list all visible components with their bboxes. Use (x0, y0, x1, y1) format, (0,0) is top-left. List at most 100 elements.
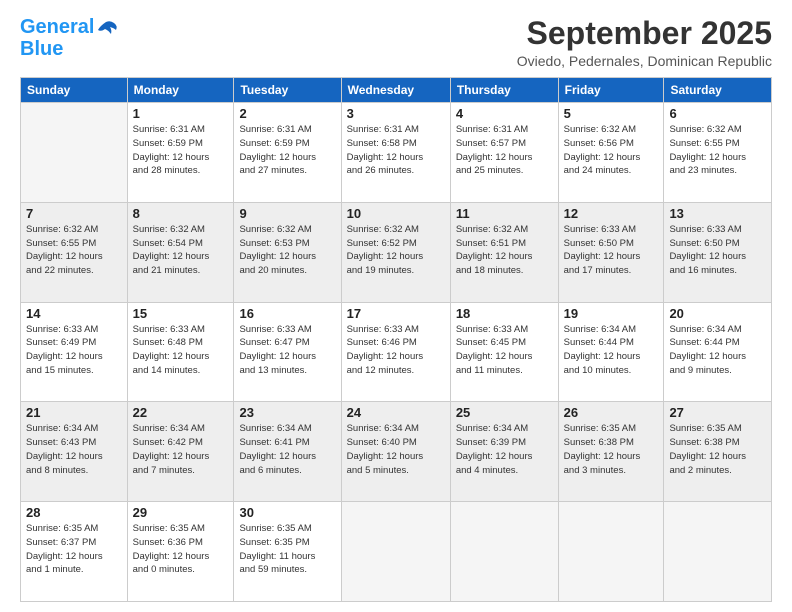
day-number: 2 (239, 106, 335, 121)
day-number: 19 (564, 306, 659, 321)
day-info: Sunrise: 6:32 AMSunset: 6:53 PMDaylight:… (239, 223, 335, 278)
day-number: 7 (26, 206, 122, 221)
day-number: 26 (564, 405, 659, 420)
day-info: Sunrise: 6:32 AMSunset: 6:52 PMDaylight:… (347, 223, 445, 278)
header: General Blue September 2025 Oviedo, Pede… (20, 16, 772, 69)
day-number: 30 (239, 505, 335, 520)
day-number: 27 (669, 405, 766, 420)
day-number: 9 (239, 206, 335, 221)
day-number: 8 (133, 206, 229, 221)
day-number: 23 (239, 405, 335, 420)
logo-bird-icon (96, 20, 118, 38)
logo-general: General (20, 16, 94, 38)
page: General Blue September 2025 Oviedo, Pede… (0, 0, 792, 612)
day-info: Sunrise: 6:33 AMSunset: 6:50 PMDaylight:… (669, 223, 766, 278)
calendar-cell: 2 Sunrise: 6:31 AMSunset: 6:59 PMDaylight… (234, 103, 341, 203)
day-number: 1 (133, 106, 229, 121)
day-number: 29 (133, 505, 229, 520)
calendar-cell: 7 Sunrise: 6:32 AMSunset: 6:55 PMDaylight… (21, 202, 128, 302)
day-info: Sunrise: 6:34 AMSunset: 6:39 PMDaylight:… (456, 422, 553, 477)
calendar-cell: 17Sunrise: 6:33 AMSunset: 6:46 PMDayligh… (341, 302, 450, 402)
week-row: 1 Sunrise: 6:31 AMSunset: 6:59 PMDaylight… (21, 103, 772, 203)
calendar-cell: 18 Sunrise: 6:33 AMSunset: 6:45 PMDayligh… (450, 302, 558, 402)
day-number: 5 (564, 106, 659, 121)
calendar-cell: 28 Sunrise: 6:35 AMSunset: 6:37 PMDayligh… (21, 502, 128, 602)
calendar-cell: 23 Sunrise: 6:34 AMSunset: 6:41 PMDayligh… (234, 402, 341, 502)
calendar-cell: 29 Sunrise: 6:35 AMSunset: 6:36 PMDayligh… (127, 502, 234, 602)
day-info: Sunrise: 6:33 AMSunset: 6:48 PMDaylight:… (133, 323, 229, 378)
week-row: 21 Sunrise: 6:34 AMSunset: 6:43 PMDayligh… (21, 402, 772, 502)
title-block: September 2025 Oviedo, Pedernales, Domin… (517, 16, 772, 69)
day-info: Sunrise: 6:33 AMSunset: 6:45 PMDaylight:… (456, 323, 553, 378)
calendar-cell (21, 103, 128, 203)
calendar-cell (450, 502, 558, 602)
calendar-cell: 27Sunrise: 6:35 AMSunset: 6:38 PMDayligh… (664, 402, 772, 502)
day-number: 21 (26, 405, 122, 420)
calendar-cell: 15 Sunrise: 6:33 AMSunset: 6:48 PMDayligh… (127, 302, 234, 402)
day-info: Sunrise: 6:35 AMSunset: 6:37 PMDaylight:… (26, 522, 122, 577)
week-row: 28 Sunrise: 6:35 AMSunset: 6:37 PMDayligh… (21, 502, 772, 602)
day-info: Sunrise: 6:31 AMSunset: 6:59 PMDaylight:… (133, 123, 229, 178)
day-info: Sunrise: 6:32 AMSunset: 6:54 PMDaylight:… (133, 223, 229, 278)
calendar-cell (558, 502, 664, 602)
calendar-cell: 3Sunrise: 6:31 AMSunset: 6:58 PMDaylight… (341, 103, 450, 203)
calendar-cell: 30Sunrise: 6:35 AMSunset: 6:35 PMDayligh… (234, 502, 341, 602)
day-number: 17 (347, 306, 445, 321)
day-info: Sunrise: 6:34 AMSunset: 6:44 PMDaylight:… (669, 323, 766, 378)
calendar-cell: 9 Sunrise: 6:32 AMSunset: 6:53 PMDaylight… (234, 202, 341, 302)
calendar-cell: 13 Sunrise: 6:33 AMSunset: 6:50 PMDayligh… (664, 202, 772, 302)
calendar-cell: 20 Sunrise: 6:34 AMSunset: 6:44 PMDayligh… (664, 302, 772, 402)
day-number: 20 (669, 306, 766, 321)
day-number: 22 (133, 405, 229, 420)
week-row: 7 Sunrise: 6:32 AMSunset: 6:55 PMDaylight… (21, 202, 772, 302)
logo-text: General Blue (20, 16, 94, 60)
day-info: Sunrise: 6:32 AMSunset: 6:55 PMDaylight:… (26, 223, 122, 278)
day-info: Sunrise: 6:31 AMSunset: 6:57 PMDaylight:… (456, 123, 553, 178)
logo-blue: Blue (20, 38, 63, 60)
day-number: 18 (456, 306, 553, 321)
calendar-cell: 10 Sunrise: 6:32 AMSunset: 6:52 PMDayligh… (341, 202, 450, 302)
day-number: 16 (239, 306, 335, 321)
day-info: Sunrise: 6:32 AMSunset: 6:56 PMDaylight:… (564, 123, 659, 178)
calendar-cell: 1 Sunrise: 6:31 AMSunset: 6:59 PMDaylight… (127, 103, 234, 203)
day-info: Sunrise: 6:33 AMSunset: 6:50 PMDaylight:… (564, 223, 659, 278)
day-number: 4 (456, 106, 553, 121)
day-number: 10 (347, 206, 445, 221)
calendar-cell: 11Sunrise: 6:32 AMSunset: 6:51 PMDayligh… (450, 202, 558, 302)
day-number: 13 (669, 206, 766, 221)
day-number: 15 (133, 306, 229, 321)
day-number: 14 (26, 306, 122, 321)
day-info: Sunrise: 6:32 AMSunset: 6:51 PMDaylight:… (456, 223, 553, 278)
day-info: Sunrise: 6:33 AMSunset: 6:49 PMDaylight:… (26, 323, 122, 378)
day-info: Sunrise: 6:35 AMSunset: 6:36 PMDaylight:… (133, 522, 229, 577)
day-info: Sunrise: 6:34 AMSunset: 6:43 PMDaylight:… (26, 422, 122, 477)
day-number: 25 (456, 405, 553, 420)
day-info: Sunrise: 6:34 AMSunset: 6:41 PMDaylight:… (239, 422, 335, 477)
col-saturday: Saturday (664, 78, 772, 103)
day-info: Sunrise: 6:31 AMSunset: 6:58 PMDaylight:… (347, 123, 445, 178)
logo: General Blue (20, 16, 118, 60)
week-row: 14 Sunrise: 6:33 AMSunset: 6:49 PMDayligh… (21, 302, 772, 402)
calendar-table: Sunday Monday Tuesday Wednesday Thursday… (20, 77, 772, 602)
day-info: Sunrise: 6:33 AMSunset: 6:47 PMDaylight:… (239, 323, 335, 378)
calendar-cell: 5 Sunrise: 6:32 AMSunset: 6:56 PMDaylight… (558, 103, 664, 203)
calendar-cell: 14 Sunrise: 6:33 AMSunset: 6:49 PMDayligh… (21, 302, 128, 402)
month-title: September 2025 (517, 16, 772, 51)
day-info: Sunrise: 6:31 AMSunset: 6:59 PMDaylight:… (239, 123, 335, 178)
col-wednesday: Wednesday (341, 78, 450, 103)
day-number: 12 (564, 206, 659, 221)
day-number: 28 (26, 505, 122, 520)
calendar-cell: 16 Sunrise: 6:33 AMSunset: 6:47 PMDayligh… (234, 302, 341, 402)
calendar-cell: 26Sunrise: 6:35 AMSunset: 6:38 PMDayligh… (558, 402, 664, 502)
col-tuesday: Tuesday (234, 78, 341, 103)
col-thursday: Thursday (450, 78, 558, 103)
col-friday: Friday (558, 78, 664, 103)
day-info: Sunrise: 6:34 AMSunset: 6:44 PMDaylight:… (564, 323, 659, 378)
calendar-cell: 21 Sunrise: 6:34 AMSunset: 6:43 PMDayligh… (21, 402, 128, 502)
col-monday: Monday (127, 78, 234, 103)
day-info: Sunrise: 6:32 AMSunset: 6:55 PMDaylight:… (669, 123, 766, 178)
day-info: Sunrise: 6:34 AMSunset: 6:40 PMDaylight:… (347, 422, 445, 477)
calendar-cell: 24Sunrise: 6:34 AMSunset: 6:40 PMDayligh… (341, 402, 450, 502)
calendar-cell: 6Sunrise: 6:32 AMSunset: 6:55 PMDaylight… (664, 103, 772, 203)
calendar-cell: 19 Sunrise: 6:34 AMSunset: 6:44 PMDayligh… (558, 302, 664, 402)
